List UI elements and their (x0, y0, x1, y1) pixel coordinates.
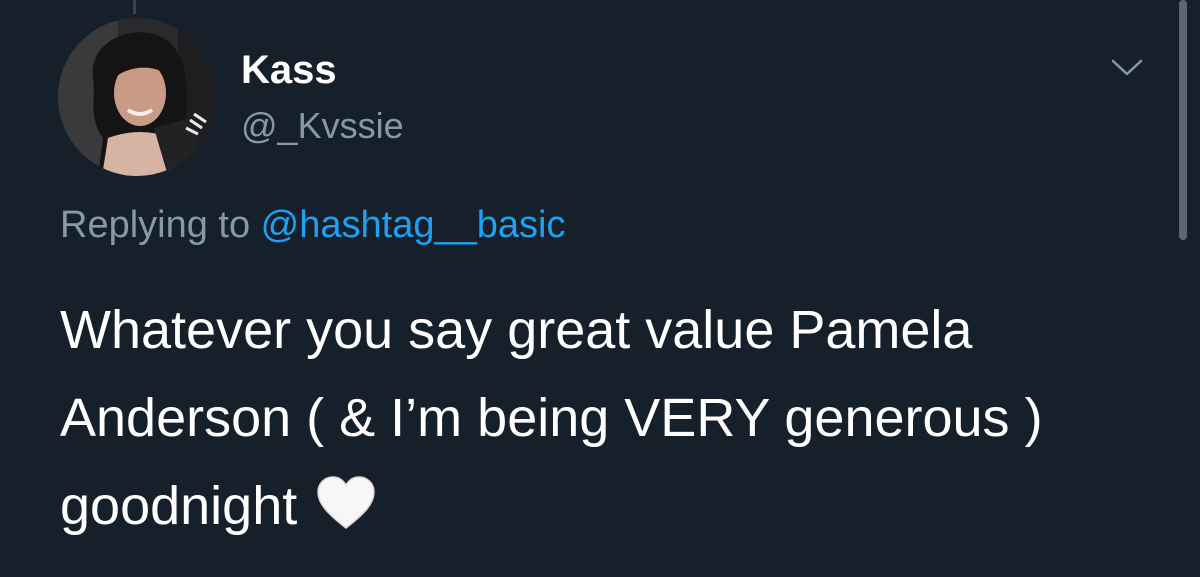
tweet-body: Whatever you say great value Pamela Ande… (60, 300, 1043, 536)
chevron-down-icon[interactable] (1107, 52, 1147, 82)
replying-to-handle-link[interactable]: @hashtag__basic (261, 204, 566, 246)
tweet-text: Whatever you say great value Pamela Ande… (60, 286, 1140, 550)
user-handle[interactable]: @_Kvssie (241, 104, 404, 148)
white-heart-icon (316, 468, 376, 529)
avatar[interactable] (58, 18, 216, 176)
profile-photo (58, 18, 216, 176)
replying-to-label: Replying to (60, 204, 261, 246)
display-name[interactable]: Kass (241, 46, 337, 94)
thread-connector-line (133, 0, 136, 14)
scrollbar[interactable] (1179, 0, 1187, 240)
replying-to-line: Replying to @hashtag__basic (60, 200, 565, 250)
